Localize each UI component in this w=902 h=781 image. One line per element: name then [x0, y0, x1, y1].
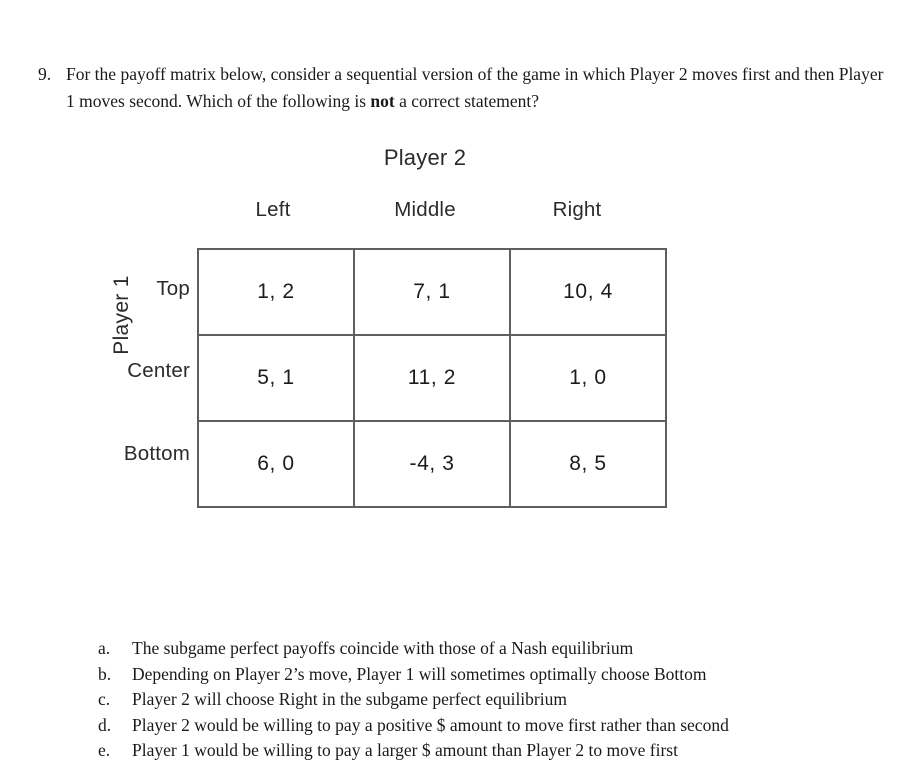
list-item[interactable]: c. Player 2 will choose Right in the sub… — [98, 687, 888, 713]
column-player-label: Player 2 — [383, 145, 467, 170]
answer-options-list: a. The subgame perfect payoffs coincide … — [98, 636, 888, 764]
list-item[interactable]: d. Player 2 would be willing to pay a po… — [98, 713, 888, 739]
column-header-left: Left — [255, 198, 291, 221]
table-row: 5, 1 11, 2 1, 0 — [197, 334, 667, 422]
column-header-right: Right — [552, 198, 602, 221]
option-text-a: The subgame perfect payoffs coincide wit… — [132, 638, 634, 658]
payoff-cell-top-left: 1, 2 — [197, 248, 355, 336]
row-header-top: Top — [156, 277, 190, 301]
payoff-cell-bottom-right: 8, 5 — [509, 420, 667, 508]
table-row: 6, 0 -4, 3 8, 5 — [197, 420, 667, 508]
option-text-c: Player 2 will choose Right in the subgam… — [132, 689, 567, 710]
payoff-cell-bottom-middle: -4, 3 — [353, 420, 511, 508]
option-letter-c: c. — [98, 689, 111, 710]
row-headers: Top Center Bottom — [100, 248, 190, 495]
column-headers: Left Middle Right — [197, 198, 653, 222]
question-emphasis-not: not — [370, 90, 395, 111]
table-row: 1, 2 7, 1 10, 4 — [197, 248, 667, 336]
payoff-cell-center-right: 1, 0 — [509, 334, 667, 422]
question-text-part-2: a correct statement? — [394, 90, 540, 111]
payoff-cell-center-left: 5, 1 — [197, 334, 355, 422]
payoff-table: 1, 2 7, 1 10, 4 5, 1 11, 2 1, 0 6, 0 -4,… — [197, 248, 667, 508]
option-text-d: Player 2 would be willing to pay a posit… — [132, 714, 729, 735]
question-text: For the payoff matrix below, consider a … — [66, 61, 894, 114]
option-letter-a: a. — [98, 638, 111, 658]
option-letter-d: d. — [98, 714, 112, 735]
column-header-middle: Middle — [394, 198, 456, 221]
payoff-cell-bottom-left: 6, 0 — [197, 420, 355, 508]
row-header-center: Center — [127, 359, 190, 383]
option-text-e: Player 1 would be willing to pay a large… — [132, 740, 678, 761]
option-letter-b: b. — [98, 663, 112, 684]
list-item[interactable]: b. Depending on Player 2’s move, Player … — [98, 662, 888, 688]
list-item[interactable]: a. The subgame perfect payoffs coincide … — [98, 636, 888, 662]
payoff-cell-top-middle: 7, 1 — [353, 248, 511, 336]
row-header-bottom: Bottom — [123, 441, 190, 465]
list-item[interactable]: e. Player 1 would be willing to pay a la… — [98, 738, 888, 764]
payoff-cell-top-right: 10, 4 — [509, 248, 667, 336]
option-text-b: Depending on Player 2’s move, Player 1 w… — [132, 663, 707, 684]
option-letter-e: e. — [98, 740, 111, 761]
question-number: 9. — [38, 64, 52, 84]
payoff-cell-center-middle: 11, 2 — [353, 334, 511, 422]
question-block: 9. For the payoff matrix below, consider… — [38, 61, 894, 114]
